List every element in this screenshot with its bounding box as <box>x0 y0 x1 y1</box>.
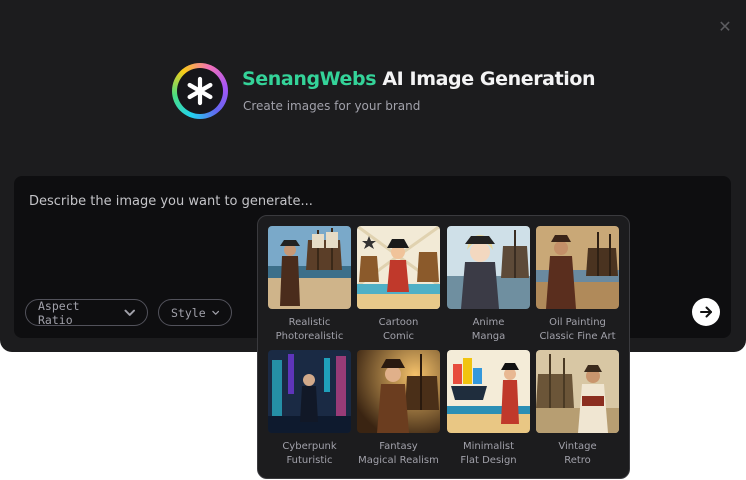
style-option-label: Cartoon Comic <box>356 316 441 344</box>
style-subname: Classic Fine Art <box>539 331 616 342</box>
style-option-label: Anime Manga <box>446 316 531 344</box>
style-option-label: Cyberpunk Futuristic <box>267 440 352 468</box>
page-title: SenangWebs AI Image Generation <box>242 68 596 90</box>
chevron-down-icon <box>123 309 135 316</box>
style-subname: Flat Design <box>460 455 517 466</box>
style-option-fantasy[interactable]: Fantasy Magical Realism <box>356 350 441 470</box>
style-name: Realistic <box>288 317 331 328</box>
style-name: Minimalist <box>462 441 515 452</box>
style-option-label: Minimalist Flat Design <box>446 440 531 468</box>
arrow-right-icon <box>700 306 712 318</box>
style-name: Anime <box>472 317 505 328</box>
prompt-placeholder[interactable]: Describe the image you want to generate.… <box>29 194 313 209</box>
style-thumbnail <box>447 226 530 309</box>
style-thumbnail <box>536 226 619 309</box>
style-name: Fantasy <box>379 441 418 452</box>
style-thumbnail <box>268 350 351 433</box>
style-subname: Comic <box>382 331 415 342</box>
aspect-ratio-dropdown[interactable]: Aspect Ratio <box>25 298 148 327</box>
submit-button[interactable] <box>692 298 720 326</box>
title-suffix: AI Image Generation <box>376 68 596 90</box>
page-subtitle: Create images for your brand <box>243 99 421 113</box>
brand-name: SenangWebs <box>242 68 377 90</box>
aspect-ratio-label: Aspect Ratio <box>38 298 80 327</box>
style-thumbnail <box>357 226 440 309</box>
style-name: Oil Painting <box>549 317 606 328</box>
asterisk-logo-icon <box>187 76 213 106</box>
style-thumbnail <box>268 226 351 309</box>
style-option-realistic[interactable]: Realistic Photorealistic <box>267 226 352 346</box>
style-subname: Manga <box>471 331 506 342</box>
style-label: Style <box>171 305 206 320</box>
style-thumbnail <box>447 350 530 433</box>
style-option-label: Fantasy Magical Realism <box>356 440 441 468</box>
style-option-cyberpunk[interactable]: Cyberpunk Futuristic <box>267 350 352 470</box>
style-option-label: Oil Painting Classic Fine Art <box>535 316 620 344</box>
style-thumbnail <box>357 350 440 433</box>
style-subname: Futuristic <box>286 455 333 466</box>
style-option-label: Realistic Photorealistic <box>267 316 352 344</box>
style-option-label: Vintage Retro <box>535 440 620 468</box>
close-icon: ✕ <box>718 17 732 36</box>
style-option-oil-painting[interactable]: Oil Painting Classic Fine Art <box>535 226 620 346</box>
style-options-panel: Realistic Photorealistic Cartoon Comic A… <box>257 215 630 479</box>
chevron-down-icon <box>211 310 219 315</box>
style-option-vintage[interactable]: Vintage Retro <box>535 350 620 470</box>
style-subname: Retro <box>564 455 591 466</box>
close-button[interactable]: ✕ <box>714 16 736 38</box>
style-name: Cyberpunk <box>282 441 337 452</box>
style-thumbnail <box>536 350 619 433</box>
style-name: Cartoon <box>378 317 419 328</box>
style-subname: Magical Realism <box>358 455 439 466</box>
style-name: Vintage <box>558 441 597 452</box>
style-dropdown-button[interactable]: Style <box>158 299 232 326</box>
style-option-cartoon[interactable]: Cartoon Comic <box>356 226 441 346</box>
app-logo <box>172 63 228 119</box>
style-subname: Photorealistic <box>275 331 344 342</box>
style-option-anime[interactable]: Anime Manga <box>446 226 531 346</box>
style-option-minimalist[interactable]: Minimalist Flat Design <box>446 350 531 470</box>
